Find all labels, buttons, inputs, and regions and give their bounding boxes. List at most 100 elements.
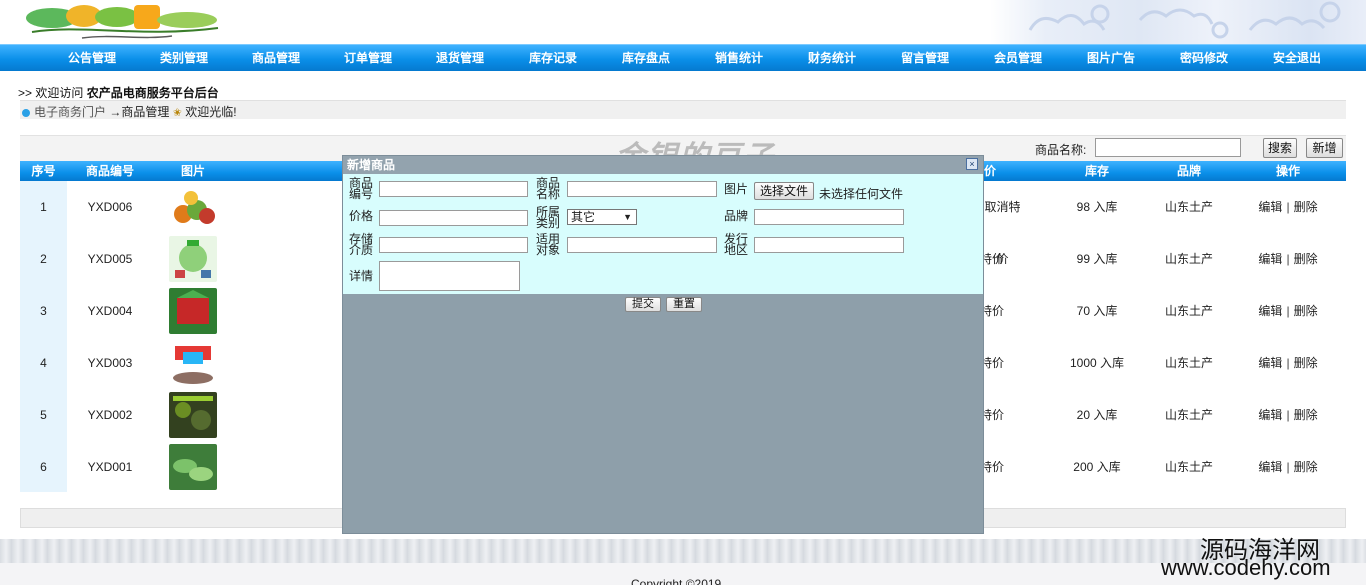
col-code: 商品编号 <box>85 164 134 178</box>
row-actions: 编辑 | 删除 <box>1258 200 1318 214</box>
price-input[interactable] <box>379 210 528 226</box>
breadcrumb-bar: 电子商务门户 →商品管理 ✬ 欢迎光临! <box>20 100 1346 119</box>
nav-item-banner-ads[interactable]: 图片广告 <box>1071 45 1151 72</box>
breadcrumb: 电子商务门户 →商品管理 ✬ 欢迎光临! <box>22 103 237 120</box>
brand-input[interactable] <box>754 209 904 225</box>
row-price[interactable]: 特价 <box>980 285 1025 337</box>
edit-link[interactable]: 编辑 <box>1258 252 1282 266</box>
stock-in-link[interactable]: 入库 <box>1093 304 1117 318</box>
row-index: 5 <box>40 408 47 422</box>
row-price[interactable]: 特价 <box>980 233 1025 285</box>
row-price[interactable]: 特价 <box>980 337 1025 389</box>
region-input[interactable] <box>754 237 904 253</box>
delete-link[interactable]: 删除 <box>1294 408 1318 422</box>
product-thumbnail <box>169 184 217 230</box>
nav-item-inventory[interactable]: 库存盘点 <box>606 45 686 72</box>
row-brand: 山东土产 <box>1164 356 1213 370</box>
row-index: 3 <box>40 304 47 318</box>
submit-button[interactable]: 提交 <box>625 297 661 312</box>
nav-item-change-password[interactable]: 密码修改 <box>1164 45 1244 72</box>
header <box>0 0 1366 44</box>
breadcrumb-portal[interactable]: 电子商务门户 <box>34 105 106 119</box>
product-name-search-input[interactable] <box>1095 138 1241 157</box>
product-name-input[interactable] <box>567 181 717 197</box>
label-brand: 品牌 <box>724 209 749 223</box>
edit-link[interactable]: 编辑 <box>1258 200 1282 214</box>
target-input[interactable] <box>567 237 717 253</box>
close-icon[interactable]: × <box>966 158 978 170</box>
label-product-name: 商品名称 <box>536 176 561 201</box>
search-label: 商品名称: <box>1035 143 1087 157</box>
nav-item-announcements[interactable]: 公告管理 <box>52 45 132 72</box>
row-brand: 山东土产 <box>1164 460 1213 474</box>
row-code: YXD002 <box>87 408 133 422</box>
breadcrumb-current: 商品管理 <box>121 105 170 119</box>
category-select[interactable]: 其它 ▼ <box>567 209 637 225</box>
row-price[interactable]: 取消特价 <box>980 181 1025 266</box>
add-product-form: 商品编号 商品名称 图片 选择文件 未选择任何文件 价格 所属类别 其它 ▼ 品牌… <box>343 174 983 294</box>
product-code-input[interactable] <box>379 181 528 197</box>
delete-link[interactable]: 删除 <box>1294 252 1318 266</box>
stock-in-link[interactable]: 入库 <box>1093 200 1117 214</box>
header-cloud-pattern <box>990 0 1366 44</box>
label-region: 发行地区 <box>724 232 749 257</box>
search-button[interactable]: 搜索 <box>1263 138 1297 158</box>
row-brand: 山东土产 <box>1164 408 1213 422</box>
row-actions: 编辑 | 删除 <box>1258 408 1318 422</box>
stock-in-link[interactable]: 入库 <box>1100 356 1124 370</box>
copyright-text: Copyright ©2019 <box>631 577 722 585</box>
row-actions: 编辑 | 删除 <box>1258 304 1318 318</box>
row-code: YXD003 <box>87 356 133 370</box>
delete-link[interactable]: 删除 <box>1294 200 1318 214</box>
nav-item-stock-records[interactable]: 库存记录 <box>513 45 593 72</box>
label-target: 适用对象 <box>536 232 561 257</box>
dialog-title: 新增商品 <box>343 156 983 174</box>
row-index: 4 <box>40 356 47 370</box>
delete-link[interactable]: 删除 <box>1294 304 1318 318</box>
row-brand: 山东土产 <box>1164 304 1213 318</box>
nav-item-members[interactable]: 会员管理 <box>978 45 1058 72</box>
label-category: 所属类别 <box>536 205 561 230</box>
choose-file-button[interactable]: 选择文件 <box>754 182 814 200</box>
stock-in-link[interactable]: 入库 <box>1093 408 1117 422</box>
col-actions: 操作 <box>1275 164 1300 178</box>
row-stock: 200 入库 <box>1073 460 1121 474</box>
nav-item-logout[interactable]: 安全退出 <box>1257 45 1337 72</box>
stock-in-link[interactable]: 入库 <box>1093 252 1117 266</box>
edit-link[interactable]: 编辑 <box>1258 460 1282 474</box>
reset-button[interactable]: 重置 <box>666 297 702 312</box>
delete-link[interactable]: 删除 <box>1294 356 1318 370</box>
storage-input[interactable] <box>379 237 528 253</box>
nav-item-categories[interactable]: 类别管理 <box>144 45 224 72</box>
add-product-button[interactable]: 新增 <box>1306 138 1343 158</box>
site-name: 农产品电商服务平台后台 <box>86 86 219 100</box>
nav-item-returns[interactable]: 退货管理 <box>420 45 500 72</box>
nav-item-sales-stats[interactable]: 销售统计 <box>699 45 779 72</box>
col-brand: 品牌 <box>1176 164 1201 178</box>
row-price[interactable]: 特价 <box>980 389 1025 441</box>
detail-textarea[interactable] <box>379 261 520 291</box>
edit-link[interactable]: 编辑 <box>1258 408 1282 422</box>
row-price[interactable]: 特价 <box>980 441 1025 493</box>
row-stock: 20 入库 <box>1076 408 1118 422</box>
nav-item-messages[interactable]: 留言管理 <box>885 45 965 72</box>
row-stock: 1000 入库 <box>1069 356 1125 370</box>
dropdown-arrow-icon: ▼ <box>623 212 632 222</box>
breadcrumb-greeting: 欢迎光临! <box>185 105 237 119</box>
nav-item-products[interactable]: 商品管理 <box>236 45 316 72</box>
edit-link[interactable]: 编辑 <box>1258 304 1282 318</box>
delete-link[interactable]: 删除 <box>1294 460 1318 474</box>
label-detail: 详情 <box>349 269 374 283</box>
row-index: 1 <box>40 200 47 214</box>
col-image: 图片 <box>180 164 205 178</box>
row-code: YXD001 <box>87 460 133 474</box>
nav-item-finance-stats[interactable]: 财务统计 <box>792 45 872 72</box>
row-brand: 山东土产 <box>1164 200 1213 214</box>
edit-link[interactable]: 编辑 <box>1258 356 1282 370</box>
row-brand: 山东土产 <box>1164 252 1213 266</box>
row-stock: 70 入库 <box>1076 304 1118 318</box>
nav-item-orders[interactable]: 订单管理 <box>328 45 408 72</box>
add-product-dialog: 新增商品 × 商品编号 商品名称 图片 选择文件 未选择任何文件 价格 所属类别… <box>342 155 984 534</box>
row-code: YXD006 <box>87 200 133 214</box>
stock-in-link[interactable]: 入库 <box>1097 460 1121 474</box>
